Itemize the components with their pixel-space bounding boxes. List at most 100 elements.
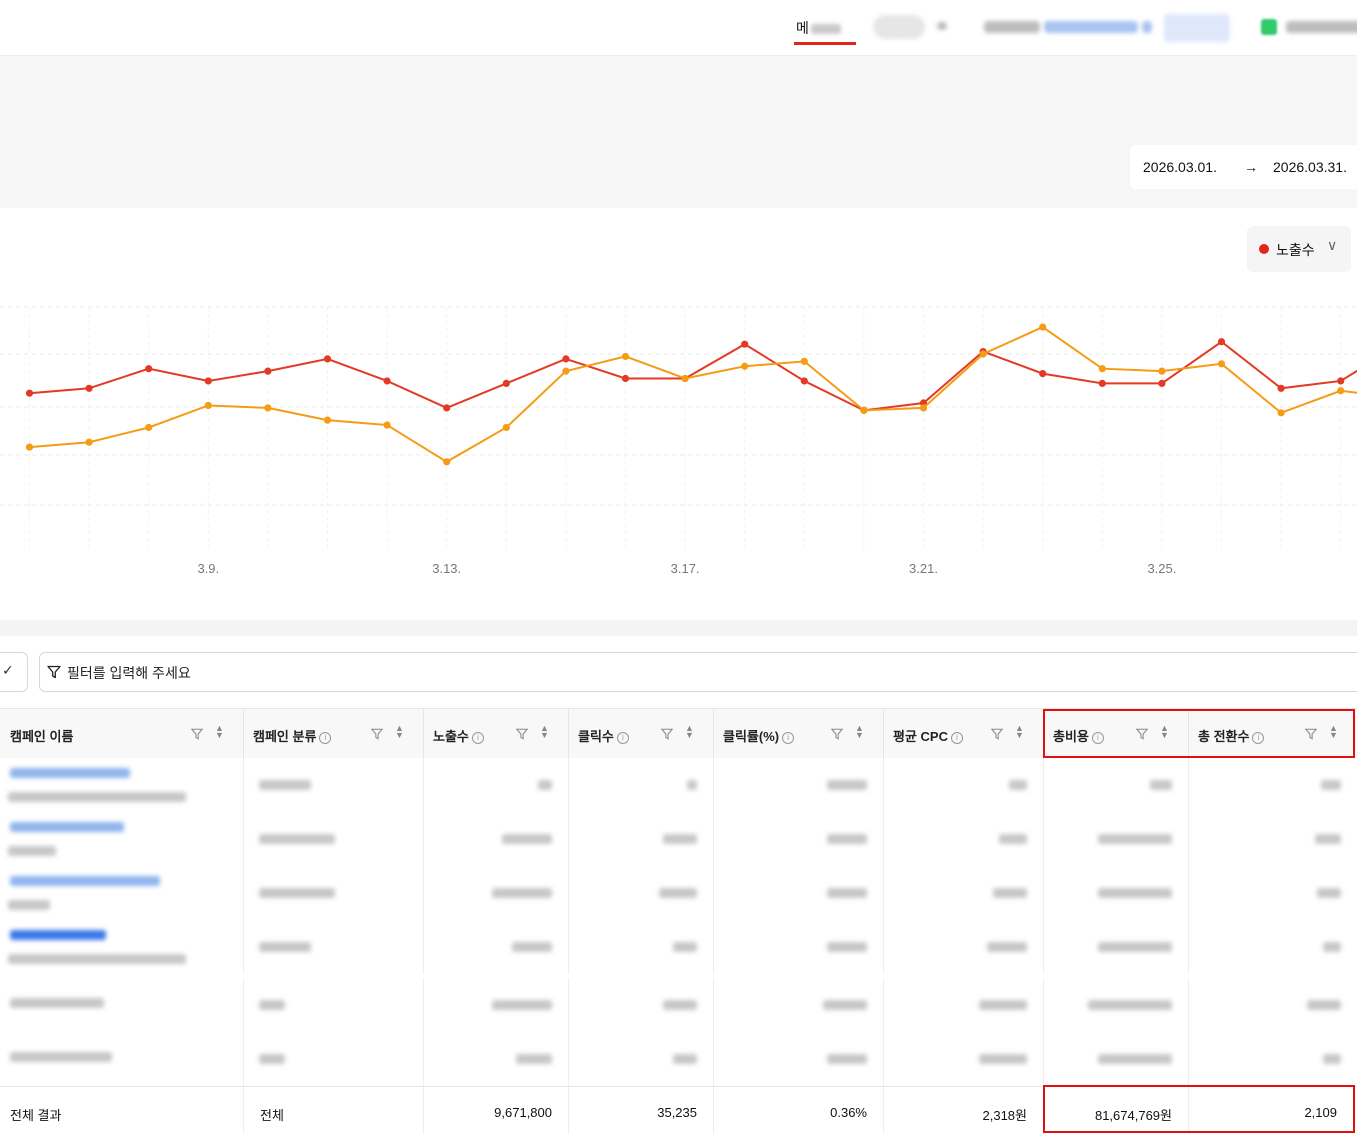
series-2-point[interactable] (503, 424, 510, 431)
table-row[interactable] (0, 920, 1357, 974)
info-icon[interactable]: i (472, 732, 484, 744)
series-2-point[interactable] (145, 424, 152, 431)
series-2-point[interactable] (860, 407, 867, 414)
series-2-point[interactable] (443, 458, 450, 465)
filter-placeholder: 필터를 입력해 주세요 (67, 663, 191, 683)
series-2-point[interactable] (741, 363, 748, 370)
section-separator (0, 620, 1357, 636)
column-filter-icon[interactable] (831, 728, 843, 740)
series-2-point[interactable] (801, 358, 808, 365)
column-filter-icon[interactable] (661, 728, 673, 740)
table-row[interactable] (0, 978, 1357, 1032)
series-1-point[interactable] (205, 377, 212, 384)
column-header[interactable]: 평균 CPCi▲▼ (883, 709, 1044, 758)
series-2-point[interactable] (980, 350, 987, 357)
series-1-point[interactable] (622, 375, 629, 382)
sort-icon[interactable]: ▲▼ (1015, 725, 1024, 739)
column-header[interactable]: 캠페인 이름▲▼ (0, 709, 244, 758)
table-cell-redacted (883, 866, 1044, 920)
table-row[interactable] (0, 1032, 1357, 1086)
series-1-point[interactable] (86, 385, 93, 392)
metric-value-redacted (1098, 888, 1172, 898)
series-1-point[interactable] (384, 377, 391, 384)
user-name-redacted[interactable] (1286, 21, 1357, 33)
nav-tab-active[interactable]: 메 (796, 18, 841, 38)
account-link-redacted[interactable] (1044, 21, 1138, 33)
series-2-point[interactable] (1099, 365, 1106, 372)
filter-input[interactable]: 필터를 입력해 주세요 (39, 652, 1357, 692)
total-clicks-cell: 35,235 (568, 1087, 714, 1134)
series-2-point[interactable] (26, 444, 33, 451)
series-2-point[interactable] (86, 439, 93, 446)
series-2-point[interactable] (324, 417, 331, 424)
sort-icon[interactable]: ▲▼ (215, 725, 224, 739)
account-link-chevron-icon[interactable] (1142, 21, 1152, 33)
metric-value-redacted (1323, 942, 1341, 952)
column-header[interactable]: 클릭률(%)i▲▼ (713, 709, 884, 758)
series-1-point[interactable] (145, 365, 152, 372)
series-1-point[interactable] (1278, 385, 1285, 392)
info-icon[interactable]: i (782, 732, 794, 744)
series-1-point[interactable] (801, 377, 808, 384)
series-1-point[interactable] (562, 355, 569, 362)
table-cell-redacted (1043, 758, 1189, 812)
campaign-name-link-redacted[interactable] (10, 876, 160, 886)
info-icon[interactable]: i (319, 732, 331, 744)
column-filter-icon[interactable] (516, 728, 528, 740)
series-1-point[interactable] (26, 390, 33, 397)
series-1-point[interactable] (503, 380, 510, 387)
sort-icon[interactable]: ▲▼ (540, 725, 549, 739)
sort-icon[interactable]: ▲▼ (685, 725, 694, 739)
table-row[interactable] (0, 866, 1357, 920)
column-filter-icon[interactable] (371, 728, 383, 740)
series-2-point[interactable] (622, 353, 629, 360)
table-cell-redacted (1043, 920, 1189, 974)
series-2-point[interactable] (920, 404, 927, 411)
info-icon[interactable]: i (617, 732, 629, 744)
series-2-point[interactable] (1278, 409, 1285, 416)
series-1-point[interactable] (1218, 338, 1225, 345)
sort-icon[interactable]: ▲▼ (855, 725, 864, 739)
series-1-point[interactable] (1039, 370, 1046, 377)
series-2-point[interactable] (264, 404, 271, 411)
column-header[interactable]: 노출수i▲▼ (423, 709, 569, 758)
series-1-point[interactable] (443, 404, 450, 411)
date-range-picker[interactable]: 2026.03.01. → 2026.03.31. (1130, 145, 1357, 189)
campaign-name-link-redacted[interactable] (10, 822, 124, 832)
nav-badge-redacted[interactable] (873, 15, 925, 39)
metric-selector[interactable]: 노출수 ∨ (1247, 226, 1351, 272)
series-1-point[interactable] (1337, 377, 1344, 384)
table-row[interactable] (0, 812, 1357, 866)
series-2-point[interactable] (682, 375, 689, 382)
column-toggle-button[interactable]: ✓ (0, 652, 28, 692)
series-1-point[interactable] (1158, 380, 1165, 387)
series-2-point[interactable] (1039, 323, 1046, 330)
sort-icon[interactable]: ▲▼ (395, 725, 404, 739)
series-2-point[interactable] (1337, 387, 1344, 394)
column-header[interactable]: 캠페인 분류i▲▼ (243, 709, 424, 758)
series-1-point[interactable] (264, 368, 271, 375)
metric-value-redacted (492, 888, 552, 898)
column-header[interactable]: 클릭수i▲▼ (568, 709, 714, 758)
series-1-point[interactable] (741, 341, 748, 348)
date-start[interactable]: 2026.03.01. (1143, 159, 1217, 175)
info-icon[interactable]: i (951, 732, 963, 744)
date-end[interactable]: 2026.03.31. (1273, 159, 1347, 175)
column-filter-icon[interactable] (191, 728, 203, 740)
user-avatar-icon[interactable] (1261, 19, 1277, 35)
series-2-point[interactable] (1218, 360, 1225, 367)
series-2-point[interactable] (562, 368, 569, 375)
table-row[interactable] (0, 758, 1357, 812)
campaign-name-link-redacted[interactable] (10, 768, 130, 778)
metric-value-redacted (979, 1000, 1027, 1010)
metric-value-redacted (1009, 780, 1027, 790)
series-1-point[interactable] (1099, 380, 1106, 387)
series-1-point[interactable] (324, 355, 331, 362)
series-2-point[interactable] (384, 421, 391, 428)
column-filter-icon[interactable] (991, 728, 1003, 740)
campaign-name-link-redacted[interactable] (10, 930, 106, 940)
account-button-redacted[interactable] (1164, 14, 1230, 42)
series-2-point[interactable] (1158, 368, 1165, 375)
series-2-point[interactable] (205, 402, 212, 409)
table-cell-redacted (713, 920, 884, 974)
